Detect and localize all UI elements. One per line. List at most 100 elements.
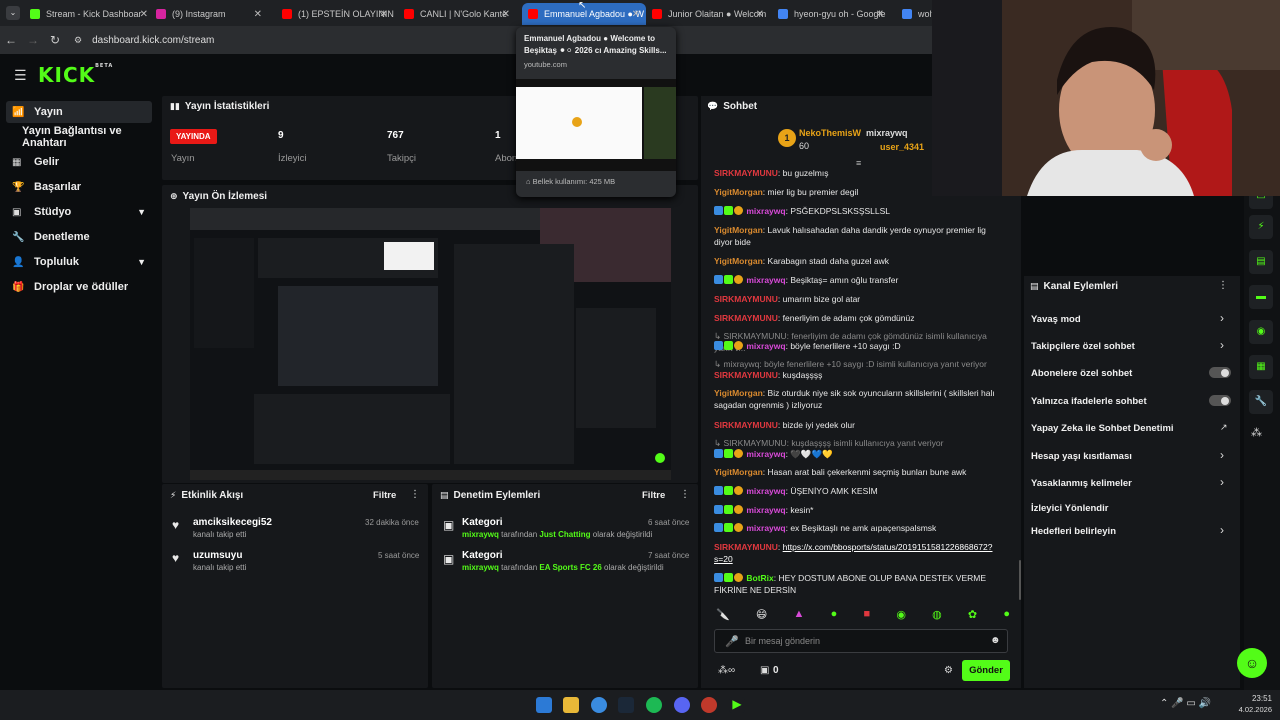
url-field[interactable]: dashboard.kick.com/stream — [92, 35, 214, 46]
chevron-right-icon[interactable]: › — [1220, 448, 1224, 462]
emote-icon[interactable]: ● — [831, 608, 838, 624]
chevron-right-icon[interactable]: › — [1220, 475, 1224, 489]
close-icon[interactable]: ✕ — [756, 9, 764, 20]
browser-tab[interactable]: (9) Instagram ✕ — [150, 3, 268, 25]
emote-icon[interactable]: 🔪 — [716, 608, 730, 624]
chat-username[interactable]: SIRKMAYMUNU — [714, 168, 778, 178]
chat-username[interactable]: BotRix — [746, 573, 773, 583]
channel-action-item[interactable]: Hedefleri belirleyin — [1031, 526, 1116, 537]
chat-username[interactable]: YigitMorgan — [714, 187, 763, 197]
sidebar-item-topluluk[interactable]: 👤 Topluluk ▼ — [6, 251, 152, 273]
chat-username[interactable]: YigitMorgan — [714, 256, 763, 266]
toggle-switch[interactable] — [1209, 367, 1231, 378]
sidebar-item-denetleme[interactable]: 🔧 Denetleme — [6, 226, 152, 248]
chat-username[interactable]: SIRKMAYMUNU — [714, 294, 778, 304]
lightning-icon[interactable]: ⚡ — [1249, 215, 1273, 239]
chat-bubble-icon[interactable]: ▬ — [1249, 285, 1273, 309]
channel-action-item[interactable]: Yalnızca ifadelerle sohbet — [1031, 396, 1147, 407]
spotify-icon[interactable] — [646, 697, 662, 713]
obs-icon[interactable] — [701, 697, 717, 713]
browser-tab[interactable]: hyeon-gyu oh - Google ✕ — [772, 3, 890, 25]
close-icon[interactable]: ✕ — [140, 9, 148, 20]
channel-action-item[interactable]: Yasaklanmış kelimeler — [1031, 478, 1132, 489]
pinned-toggle-icon[interactable]: ≡ — [856, 158, 861, 168]
browser-tab[interactable]: Stream - Kick Dashboar ✕ — [24, 3, 154, 25]
channel-action-item[interactable]: Takipçilere özel sohbet — [1031, 341, 1135, 352]
browser-tab[interactable]: wolve — [896, 3, 936, 25]
emoji-icon[interactable]: ☻ — [990, 635, 1001, 646]
clock-date[interactable]: 4.02.2026 — [1225, 705, 1272, 714]
tab-search-button[interactable]: ⌄ — [6, 6, 20, 20]
users-rail-icon[interactable]: ⁂ — [1251, 426, 1262, 439]
chat-username[interactable]: mixraywq — [746, 275, 785, 285]
site-info-icon[interactable]: ⚙ — [74, 35, 82, 46]
document-icon[interactable]: ▤ — [1249, 250, 1273, 274]
browser-tab[interactable]: (1) EPSTEİN OLAYININ G ✕ — [276, 3, 394, 25]
close-icon[interactable]: ✕ — [502, 9, 510, 20]
chrome-icon[interactable] — [591, 697, 607, 713]
channel-actions-more-icon[interactable]: ⋮ — [1218, 280, 1228, 291]
sidebar-item-studyo[interactable]: ▣ Stüdyo ▼ — [6, 201, 152, 223]
chat-username[interactable]: YigitMorgan — [714, 225, 763, 235]
chat-username[interactable]: YigitMorgan — [714, 467, 763, 477]
chevron-right-icon[interactable]: › — [1220, 523, 1224, 537]
chat-username[interactable]: mixraywq — [746, 505, 785, 515]
file-explorer-icon[interactable] — [563, 697, 579, 713]
emote-icon[interactable]: ◉ — [896, 608, 906, 624]
chat-username[interactable]: SIRKMAYMUNU — [714, 420, 778, 430]
support-chat-button[interactable]: ☺ — [1237, 648, 1267, 678]
moderation-filter-button[interactable]: Filtre — [642, 490, 665, 501]
chat-username[interactable]: mixraywq — [746, 486, 785, 496]
emote-icon[interactable]: ✿ — [968, 608, 977, 624]
chat-username[interactable]: SIRKMAYMUNU — [714, 313, 778, 323]
activity-more-icon[interactable]: ⋮ — [410, 489, 420, 500]
chat-username[interactable]: mixraywq — [746, 206, 785, 216]
chat-username[interactable]: SIRKMAYMUNU — [714, 370, 778, 380]
kick-logo[interactable]: KICKBETA — [38, 63, 113, 87]
top-user-3[interactable]: user_4341 — [880, 142, 924, 152]
close-icon[interactable]: ✕ — [876, 9, 884, 20]
emote-icon[interactable]: 😄 — [756, 608, 767, 624]
emote-icon[interactable]: ■ — [863, 608, 870, 624]
channel-action-item[interactable]: İzleyici Yönlendir — [1031, 503, 1108, 514]
channel-action-item[interactable]: Yapay Zeka ile Sohbet Denetimi — [1031, 423, 1174, 434]
close-icon[interactable]: ✕ — [380, 9, 388, 20]
chat-username[interactable]: SIRKMAYMUNU — [714, 542, 778, 552]
chat-username[interactable]: mixraywq — [746, 523, 785, 533]
toggle-switch[interactable] — [1209, 395, 1231, 406]
activity-user[interactable]: amciksikecegi52 — [193, 517, 272, 528]
sidebar-item-droplar[interactable]: 🎁 Droplar ve ödüller — [6, 276, 152, 298]
chat-username[interactable]: mixraywq — [746, 449, 785, 459]
back-icon[interactable]: ← — [0, 33, 22, 47]
chat-input-box[interactable]: 🎤 Bir mesaj gönderin ☻ — [714, 629, 1008, 653]
tray-icons[interactable]: ⌃ 🎤 ▭ 🔊 — [1160, 698, 1211, 709]
chevron-right-icon[interactable]: › — [1220, 338, 1224, 352]
users-icon[interactable]: ⁂∞ — [718, 665, 735, 676]
broadcast-rail-icon[interactable]: ◉ — [1249, 320, 1273, 344]
chevron-right-icon[interactable]: › — [1220, 311, 1224, 325]
sidebar-item-stream-key[interactable]: Yayın Bağlantısı ve Anahtarı — [6, 125, 152, 149]
server-icon[interactable]: ▦ — [1249, 355, 1273, 379]
moderation-user[interactable]: mixraywq — [462, 563, 499, 572]
chat-scrollbar[interactable] — [1019, 560, 1021, 600]
clock-time[interactable]: 23:51 — [1232, 694, 1272, 703]
activity-user[interactable]: uzumsuyu — [193, 550, 246, 561]
chat-input-placeholder[interactable]: Bir mesaj gönderin — [745, 636, 820, 646]
steam-icon[interactable] — [618, 697, 634, 713]
close-icon[interactable]: ✕ — [632, 9, 640, 20]
activity-filter-button[interactable]: Filtre — [373, 490, 396, 501]
kick-app-icon[interactable]: ▶ — [729, 697, 745, 713]
stream-preview[interactable] — [190, 208, 671, 480]
browser-tab[interactable]: CANLI | N'Golo Kanté ✕ — [398, 3, 516, 25]
sidebar-item-basarilar[interactable]: 🏆 Başarılar — [6, 176, 152, 198]
wrench-rail-icon[interactable]: 🔧 — [1249, 390, 1273, 414]
sidebar-item-gelir[interactable]: ▦ Gelir — [6, 151, 152, 173]
windows-start-icon[interactable] — [536, 697, 552, 713]
close-icon[interactable]: ✕ — [254, 9, 262, 20]
browser-tab[interactable]: Junior Olaitan ● Welcom ✕ — [646, 3, 770, 25]
emote-icon[interactable]: ● — [1003, 608, 1010, 624]
moderation-more-icon[interactable]: ⋮ — [680, 489, 690, 500]
channel-action-item[interactable]: Hesap yaşı kısıtlaması — [1031, 451, 1132, 462]
chat-username[interactable]: YigitMorgan — [714, 388, 763, 398]
reload-icon[interactable]: ↻ — [44, 33, 66, 47]
